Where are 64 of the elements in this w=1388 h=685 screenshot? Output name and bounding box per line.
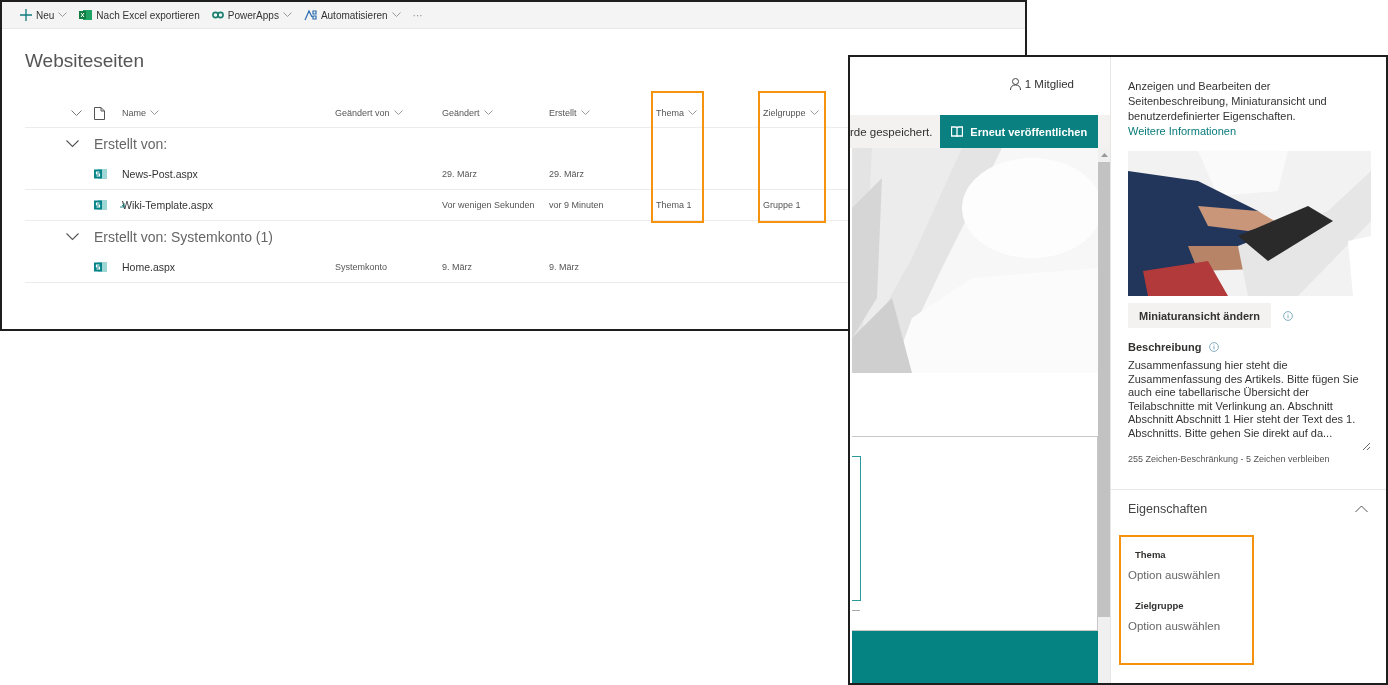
column-header[interactable]: Zielgruppe <box>763 108 819 118</box>
table-cell: Vor wenigen Sekunden <box>442 200 535 210</box>
member-count[interactable]: 1 Mitglied <box>1009 78 1074 90</box>
toolbar-button[interactable]: ··· <box>408 9 427 21</box>
option-picker[interactable]: Option auswählen <box>1128 620 1246 632</box>
more-info-link[interactable]: Weitere Informationen <box>1128 125 1237 137</box>
option-picker[interactable]: Option auswählen <box>1128 569 1246 581</box>
file-link[interactable]: News-Post.aspx <box>122 168 198 180</box>
chevron-down-icon <box>150 110 159 116</box>
column-header[interactable]: Thema <box>656 108 697 118</box>
book-icon <box>951 126 964 137</box>
group-header: Erstellt von: Systemkonto (1) <box>94 228 273 245</box>
intro-text: Anzeigen und Bearbeiten der Seitenbeschreibung, Miniaturansicht und benutzerdefinierter Eigenschaften. Weitere Informationen <box>1128 79 1328 139</box>
save-status: rde gespeichert. <box>850 125 933 138</box>
table-cell: Systemkonto <box>335 262 388 272</box>
chevron-down-icon <box>688 110 697 116</box>
column-header[interactable]: Name <box>122 108 159 118</box>
document-icon <box>94 106 105 120</box>
page-file-icon <box>94 261 107 273</box>
chevron-up-icon[interactable] <box>1355 505 1368 513</box>
toolbar-button[interactable]: Automatisieren <box>299 9 405 21</box>
page-file-icon <box>94 199 107 211</box>
table-cell: vor 9 Minuten <box>549 200 604 210</box>
field-label: Thema <box>1134 549 1167 560</box>
field-label: Beschreibung <box>1128 341 1202 353</box>
table-cell: 9. März <box>442 262 472 272</box>
table-cell: Gruppe 1 <box>763 200 801 210</box>
scrollbar[interactable] <box>1098 148 1110 683</box>
chevron-down-icon[interactable] <box>71 109 82 117</box>
char-limit-text: 255 Zeichen-Beschränkung - 5 Zeichen verbleiben <box>1128 454 1331 464</box>
column-header[interactable]: Geändert <box>442 108 493 118</box>
chevron-down-icon <box>483 110 493 116</box>
chevron-down-icon <box>393 110 403 116</box>
republish-button[interactable]: Erneut veröffentlichen <box>940 115 1098 148</box>
column-header[interactable]: Erstellt <box>549 108 590 118</box>
person-icon <box>1009 78 1021 90</box>
info-icon[interactable] <box>1283 310 1294 321</box>
description-field[interactable]: Zusammenfassung hier steht die Zusammenfassung des Artikels. Bitte fügen Sie auch eine tabellarische Übersicht der Teilabschnitte mit Verlinkung an. Abschnitt Abschnitt Abschnitt 1 Hier steht der Text des 1. Abschnitts. Bitte gehen Sie direkt auf da... <box>1128 359 1371 451</box>
plus-icon <box>20 9 32 21</box>
field-label: Zielgruppe <box>1134 600 1185 611</box>
chevron-down-icon[interactable] <box>66 232 79 241</box>
toolbar-button[interactable]: PowerApps <box>207 9 296 21</box>
apps-icon <box>211 10 224 20</box>
page-file-icon <box>94 168 107 180</box>
table-cell: 9. März <box>549 262 579 272</box>
toolbar-button[interactable]: Neu <box>16 9 72 21</box>
chevron-down-icon[interactable] <box>66 139 79 148</box>
change-thumbnail-button[interactable]: Miniaturansicht ändern <box>1128 303 1272 328</box>
table-cell: 29. März <box>442 169 477 179</box>
spreadsheet-icon <box>79 9 93 21</box>
file-link[interactable]: Home.aspx <box>122 261 176 273</box>
chevron-down-icon <box>580 110 590 116</box>
toolbar-button[interactable]: Nach Excel exportieren <box>75 9 204 21</box>
table-cell: 29. März <box>549 169 584 179</box>
page-title: Websiteseiten <box>25 49 145 73</box>
file-link[interactable]: Wiki-Template.aspx <box>122 199 214 211</box>
info-icon[interactable] <box>1209 342 1220 352</box>
chevron-down-icon <box>809 110 819 116</box>
scroll-up-icon[interactable] <box>1100 152 1108 157</box>
section-title: Eigenschaften <box>1128 502 1208 516</box>
group-header: Erstellt von: <box>94 135 168 152</box>
table-cell: Thema 1 <box>656 200 692 210</box>
flow-icon <box>303 9 317 21</box>
column-header[interactable]: Geändert von <box>335 108 403 118</box>
